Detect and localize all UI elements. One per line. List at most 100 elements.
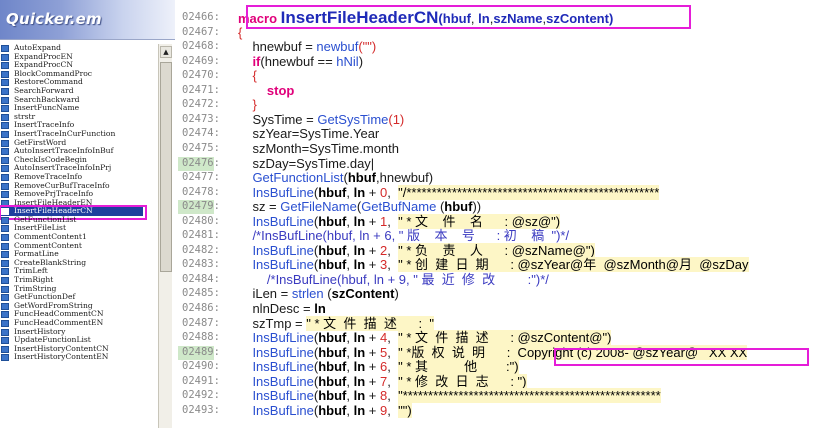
code-token: " * 修 改 日 志 : ") — [398, 373, 527, 389]
code-token: ln — [353, 402, 366, 418]
code-line[interactable]: 02492: InsBufLine(hbuf, ln + 8, "*******… — [178, 388, 813, 404]
line-number: 02469: — [182, 54, 220, 67]
code-token: " * 其 他 :") — [398, 359, 519, 375]
code-token: + — [365, 388, 381, 404]
code-token: ) — [394, 286, 399, 302]
code-text: SysTime = GetSysTime(1) — [238, 112, 404, 127]
code-line[interactable]: 02478: InsBufLine(hbuf, ln + 0, "/******… — [178, 184, 813, 200]
code-token: , — [387, 242, 399, 258]
code-text: InsBufLine(hbuf, ln + 3, " * 创 建 日 期 : @… — [238, 257, 749, 273]
function-icon — [1, 45, 9, 52]
function-icon — [1, 165, 9, 173]
code-token: , — [387, 213, 399, 229]
function-icon — [1, 345, 9, 353]
code-line[interactable]: 02469: if(hnewbuf == hNil) — [178, 54, 813, 69]
code-line[interactable]: 02475: szMonth=SysTime.month — [178, 141, 813, 156]
line-number: 02486: — [182, 302, 220, 314]
function-list-item[interactable]: InsertHistoryContentEN — [0, 353, 158, 362]
function-icon — [1, 148, 9, 156]
code-token: ln — [314, 301, 326, 316]
function-icon — [1, 242, 9, 250]
function-icon — [1, 285, 9, 293]
code-token: InsBufLine — [238, 344, 314, 360]
code-token: " * 创 建 日 期 : @szYear@年 @szMonth@月 @szDa… — [398, 257, 749, 273]
code-line[interactable]: 02487: szTmp = " * 文 件 描 述 : " — [178, 315, 813, 331]
code-line[interactable]: 02466: macro InsertFileHeaderCN(hbuf, ln,… — [178, 9, 813, 26]
code-line[interactable]: 02485: iLen = strlen (szContent) — [178, 286, 813, 301]
code-line[interactable]: 02491: InsBufLine(hbuf, ln + 7, " * 修 改 … — [178, 373, 813, 389]
code-token: GetSysTime — [317, 111, 389, 127]
function-icon — [1, 53, 9, 61]
code-token: , — [387, 388, 399, 404]
code-token: ln — [353, 242, 366, 258]
function-icon — [1, 311, 9, 319]
code-line[interactable]: 02488: InsBufLine(hbuf, ln + 4, " * 文 件 … — [178, 330, 813, 346]
code-line[interactable]: 02489: InsBufLine(hbuf, ln + 5, " *版 权 说… — [178, 344, 813, 360]
code-editor[interactable]: 02466: macro InsertFileHeaderCN(hbuf, ln,… — [178, 0, 813, 428]
line-number: 02474: — [182, 127, 220, 140]
code-line[interactable]: 02474: szYear=SysTime.Year — [178, 126, 813, 141]
code-text: InsBufLine(hbuf, ln + 2, " * 负 责 人 : @sz… — [238, 242, 595, 258]
code-line[interactable]: 02486: nlnDesc = ln — [178, 301, 813, 316]
code-token: szContent — [331, 286, 395, 302]
line-number: 02493: — [182, 403, 220, 416]
code-token: " * 文 件 名 : @sz@") — [398, 213, 561, 229]
code-line[interactable]: 02479: sz = GetFileName(GetBufName (hbuf… — [178, 199, 813, 214]
code-token: + — [365, 184, 381, 200]
code-token: hbuf — [318, 213, 347, 229]
code-token: , — [346, 402, 354, 418]
code-token: ln — [353, 257, 366, 273]
code-line[interactable]: 02482: InsBufLine(hbuf, ln + 2, " * 负 责 … — [178, 242, 813, 258]
code-token: SysTime = — [238, 111, 318, 127]
code-line[interactable]: 02481: /*InsBufLine(hbuf, ln + 6, " 版 本 … — [178, 228, 813, 243]
line-number: 02488: — [182, 331, 220, 344]
scroll-up-button[interactable]: ▲ — [160, 46, 172, 58]
code-token: sz = — [238, 199, 281, 215]
line-number: 02470: — [182, 69, 220, 82]
code-line[interactable]: 02468: hnewbuf = newbuf("") — [178, 39, 813, 54]
scroll-thumb[interactable] — [160, 62, 172, 272]
code-token: InsBufLine — [238, 242, 314, 258]
code-line[interactable]: 02467: { — [178, 25, 813, 40]
code-token: szDay=SysTime.day| — [238, 155, 375, 171]
code-token: InsBufLine — [238, 402, 314, 418]
code-text: nlnDesc = ln — [238, 301, 326, 316]
code-line[interactable]: 02470: { — [178, 68, 813, 83]
code-token: " *版 权 说 明 : Copyright (c) 2008- @szYear… — [398, 344, 748, 360]
code-line[interactable]: 02473: SysTime = GetSysTime(1) — [178, 112, 813, 127]
code-token: hbuf — [444, 199, 473, 215]
code-text: InsBufLine(hbuf, ln + 6, " * 其 他 :") — [238, 359, 519, 375]
code-line[interactable]: 02493: InsBufLine(hbuf, ln + 9, "") — [178, 402, 813, 418]
code-token: if — [238, 53, 261, 69]
code-text: InsBufLine(hbuf, ln + 4, " * 文 件 描 述 : @… — [238, 330, 612, 346]
code-line[interactable]: 02490: InsBufLine(hbuf, ln + 6, " * 其 他 … — [178, 359, 813, 375]
code-token: GetBufName — [361, 199, 437, 215]
line-number: 02491: — [182, 374, 220, 387]
function-list-scrollbar[interactable]: ▲ — [158, 44, 172, 428]
code-token: , — [346, 344, 354, 360]
code-text: szMonth=SysTime.month — [238, 141, 399, 156]
code-token: szYear=SysTime.Year — [238, 126, 380, 142]
line-number: 02489: — [182, 345, 220, 358]
code-token: , — [346, 330, 354, 346]
code-line[interactable]: 02483: InsBufLine(hbuf, ln + 3, " * 创 建 … — [178, 257, 813, 273]
code-line[interactable]: 02484: /*InsBufLine(hbuf, ln + 9, " 最 近 … — [178, 272, 813, 287]
code-line[interactable]: 02471: stop — [178, 83, 813, 98]
line-number: 02487: — [182, 316, 220, 329]
code-line[interactable]: 02472: } — [178, 97, 813, 112]
code-line[interactable]: 02480: InsBufLine(hbuf, ln + 1, " * 文 件 … — [178, 213, 813, 229]
code-line[interactable]: 02476: szDay=SysTime.day| — [178, 156, 813, 171]
code-line[interactable]: 02477: GetFunctionList(hbuf,hnewbuf) — [178, 170, 813, 185]
code-token: /*InsBufLine(hbuf, ln + 9, " 最 近 修 改 :")… — [238, 271, 549, 287]
line-number: 02490: — [182, 360, 220, 373]
line-number: 02479: — [182, 200, 220, 213]
code-token: , — [387, 344, 399, 360]
line-number: 02481: — [182, 229, 220, 242]
code-token: + — [365, 359, 381, 375]
code-token: { — [238, 68, 257, 84]
function-icon — [1, 208, 9, 216]
line-number: 02467: — [182, 25, 220, 38]
code-token: , — [387, 257, 399, 273]
code-token: ("") — [358, 39, 377, 55]
function-list[interactable]: AutoExpand ExpandProcEN ExpandProcCN BlockC… — [0, 44, 158, 428]
